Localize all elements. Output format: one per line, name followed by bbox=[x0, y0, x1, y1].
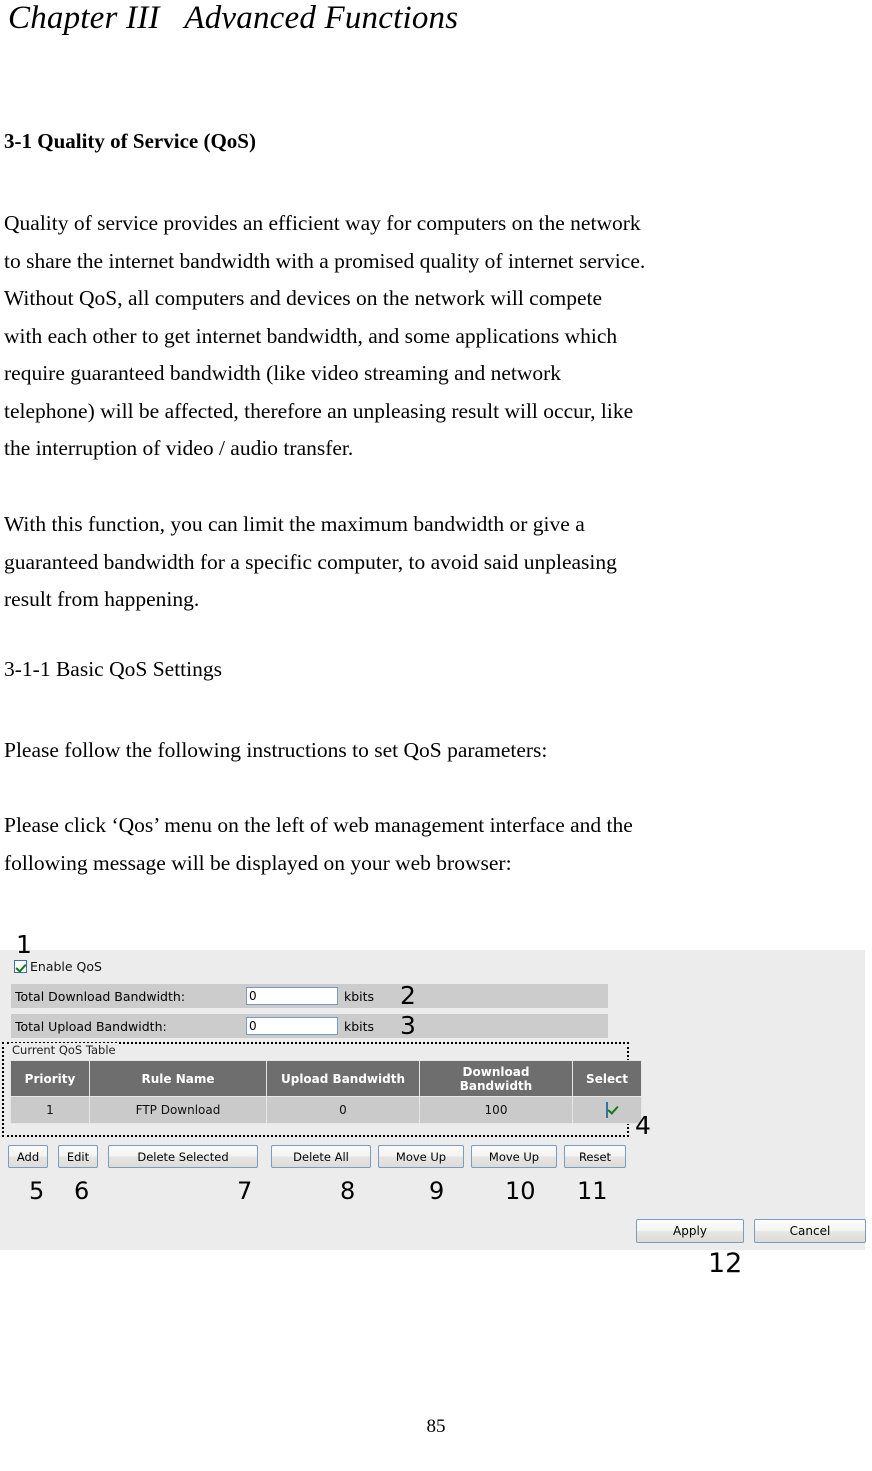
paragraph-line: Quality of service provides an efficient… bbox=[4, 211, 641, 235]
total-download-bandwidth-row: Total Download Bandwidth: 0 kbits bbox=[11, 984, 608, 1008]
table-header-row: Priority Rule Name Upload Bandwidth Down… bbox=[10, 1060, 642, 1097]
enable-qos-row[interactable]: Enable QoS bbox=[14, 959, 102, 974]
total-download-bandwidth-label: Total Download Bandwidth: bbox=[15, 988, 186, 1004]
paragraph-line: with each other to get internet bandwidt… bbox=[4, 323, 618, 348]
subsection-heading: 3-1-1 Basic QoS Settings bbox=[4, 657, 222, 681]
paragraph-line: following message will be displayed on y… bbox=[4, 850, 512, 875]
cell-download-bandwidth: 100 bbox=[419, 1096, 573, 1124]
paragraph-line: require guaranteed bandwidth (like video… bbox=[4, 361, 562, 385]
paragraph-line: Please follow the following instructions… bbox=[4, 738, 548, 762]
column-header-download-bandwidth: Download Bandwidth bbox=[419, 1060, 573, 1097]
paragraph-line: With this function, you can limit the ma… bbox=[4, 512, 585, 536]
callout-11: 11 bbox=[577, 1177, 608, 1205]
delete-all-button[interactable]: Delete All bbox=[271, 1145, 371, 1168]
callout-10: 10 bbox=[505, 1177, 536, 1205]
callout-9: 9 bbox=[429, 1177, 445, 1205]
callout-7: 7 bbox=[237, 1177, 253, 1205]
column-header-select: Select bbox=[572, 1060, 642, 1097]
page-number: 85 bbox=[426, 1416, 446, 1437]
paragraph-line: guaranteed bandwidth for a specific comp… bbox=[4, 549, 617, 574]
total-upload-bandwidth-label: Total Upload Bandwidth: bbox=[15, 1018, 167, 1034]
column-header-priority: Priority bbox=[10, 1060, 90, 1097]
total-download-bandwidth-input[interactable]: 0 bbox=[246, 987, 338, 1005]
section-heading: 3-1 Quality of Service (QoS) bbox=[4, 129, 256, 153]
enable-qos-label: Enable QoS bbox=[30, 959, 102, 974]
total-download-bandwidth-unit: kbits bbox=[344, 988, 375, 1004]
callout-2: 2 bbox=[400, 981, 416, 1010]
cell-select[interactable] bbox=[572, 1096, 642, 1124]
column-header-download-line1: Download bbox=[462, 1064, 530, 1079]
callout-3: 3 bbox=[400, 1011, 416, 1040]
chapter-title: Chapter III Advanced Functions bbox=[8, 0, 459, 36]
callout-6: 6 bbox=[74, 1177, 90, 1205]
qos-table-actions: Add Edit Delete Selected Delete All Move… bbox=[8, 1145, 628, 1169]
paragraph-qos-intro: Quality of service provides an efficient… bbox=[4, 205, 870, 468]
paragraph-line: the interruption of video / audio transf… bbox=[4, 436, 354, 460]
qos-settings-screenshot: Enable QoS Total Download Bandwidth: 0 k… bbox=[0, 950, 866, 1250]
column-header-download-line2: Bandwidth bbox=[459, 1078, 533, 1093]
apply-button[interactable]: Apply bbox=[636, 1219, 744, 1243]
reset-button[interactable]: Reset bbox=[564, 1145, 626, 1168]
callout-8: 8 bbox=[340, 1177, 356, 1205]
row-select-checkbox-checked-icon[interactable] bbox=[606, 1102, 608, 1118]
column-header-upload-bandwidth: Upload Bandwidth bbox=[266, 1060, 420, 1097]
delete-selected-button[interactable]: Delete Selected bbox=[108, 1145, 258, 1168]
checkbox-checked-icon[interactable] bbox=[14, 960, 27, 973]
current-qos-table-legend: Current QoS Table bbox=[10, 1043, 118, 1057]
qos-table: Priority Rule Name Upload Bandwidth Down… bbox=[10, 1060, 642, 1124]
callout-5: 5 bbox=[29, 1177, 45, 1205]
move-up-button[interactable]: Move Up bbox=[378, 1145, 464, 1168]
table-row: 1 FTP Download 0 100 bbox=[10, 1096, 642, 1124]
add-button[interactable]: Add bbox=[8, 1145, 48, 1168]
paragraph-line: result from happening. bbox=[4, 587, 200, 611]
total-upload-bandwidth-unit: kbits bbox=[344, 1018, 375, 1034]
total-upload-bandwidth-row: Total Upload Bandwidth: 0 kbits bbox=[11, 1014, 608, 1038]
manual-page: Chapter III Advanced Functions 3-1 Quali… bbox=[0, 0, 872, 1471]
total-upload-bandwidth-input[interactable]: 0 bbox=[246, 1017, 338, 1035]
paragraph-instructions: Please follow the following instructions… bbox=[4, 732, 870, 770]
edit-button[interactable]: Edit bbox=[58, 1145, 98, 1168]
paragraph-qos-benefit: With this function, you can limit the ma… bbox=[4, 506, 870, 619]
cell-priority: 1 bbox=[10, 1096, 90, 1124]
paragraph-line: telephone) will be affected, therefore a… bbox=[4, 398, 634, 423]
cell-upload-bandwidth: 0 bbox=[266, 1096, 420, 1124]
paragraph-line: Please click ‘Qos’ menu on the left of w… bbox=[4, 813, 633, 837]
cancel-button[interactable]: Cancel bbox=[754, 1219, 866, 1243]
move-up-button-2[interactable]: Move Up bbox=[471, 1145, 557, 1168]
paragraph-line: Without QoS, all computers and devices o… bbox=[4, 286, 603, 310]
paragraph-menu-hint: Please click ‘Qos’ menu on the left of w… bbox=[4, 807, 870, 882]
callout-4: 4 bbox=[635, 1111, 651, 1140]
paragraph-line: to share the internet bandwidth with a p… bbox=[4, 248, 646, 273]
callout-1: 1 bbox=[16, 930, 32, 959]
column-header-rule-name: Rule Name bbox=[89, 1060, 267, 1097]
form-actions: Apply Cancel bbox=[636, 1219, 866, 1244]
current-qos-table-group: Current QoS Table Priority Rule Name Upl… bbox=[2, 1042, 642, 1137]
callout-12: 12 bbox=[708, 1248, 743, 1279]
cell-rule-name: FTP Download bbox=[89, 1096, 267, 1124]
